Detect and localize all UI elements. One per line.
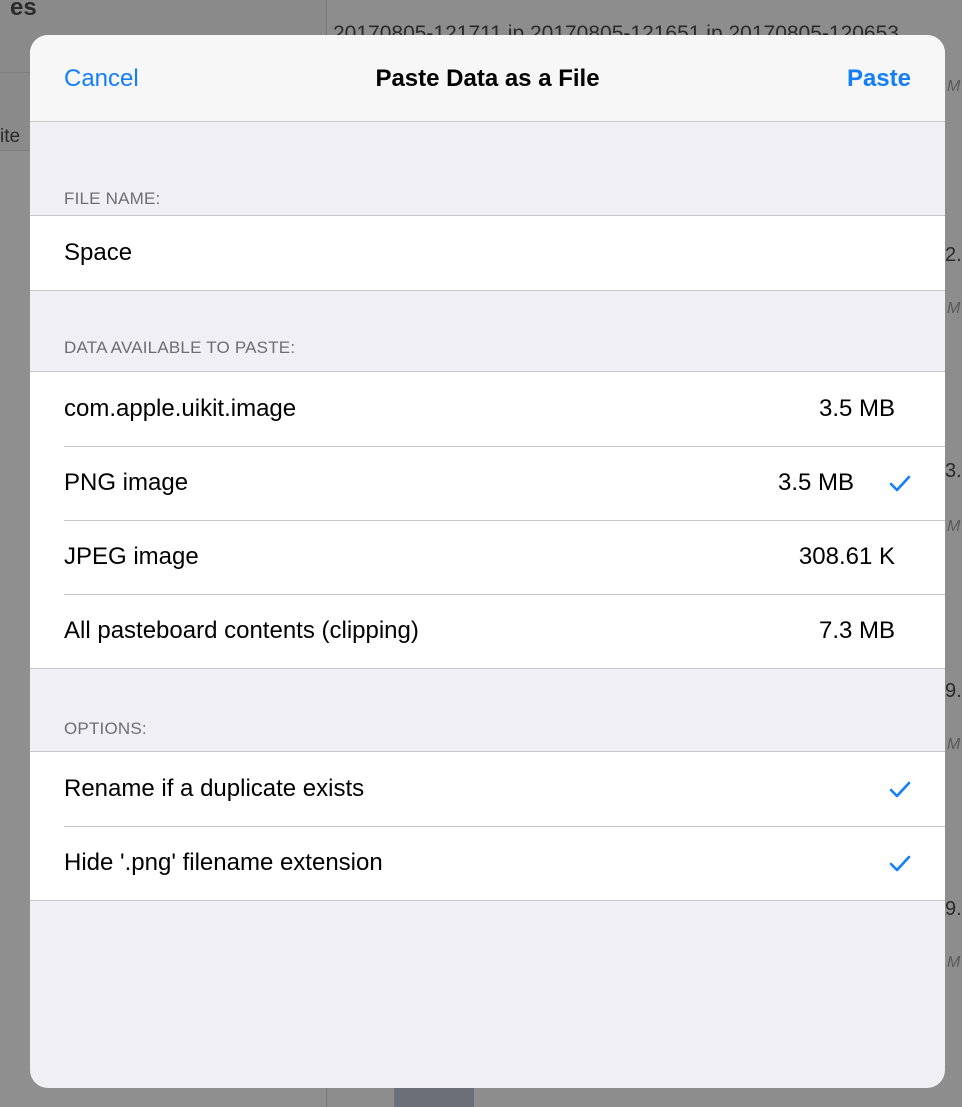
background-edge-text: M bbox=[947, 518, 961, 535]
background-edge-text: M bbox=[947, 300, 961, 317]
options-section-header: OPTIONS: bbox=[64, 719, 147, 738]
file-name-value[interactable]: Space bbox=[64, 239, 132, 267]
background-button-fragment: ite bbox=[0, 126, 21, 147]
data-size-label: 7.3 MB bbox=[818, 617, 895, 644]
option-rename-duplicate[interactable]: Rename if a duplicate exists bbox=[30, 752, 945, 826]
file-name-section-header: FILE NAME: bbox=[64, 189, 161, 208]
data-type-label: JPEG image bbox=[64, 543, 199, 570]
option-label: Hide '.png' filename extension bbox=[64, 849, 383, 876]
file-name-group: Space bbox=[30, 215, 945, 291]
navigation-bar: Cancel Paste Data as a File Paste bbox=[30, 35, 945, 122]
data-type-row-jpeg-image[interactable]: JPEG image 308.61 K bbox=[30, 520, 945, 594]
data-size-label: 308.61 K bbox=[798, 543, 895, 570]
data-type-label: com.apple.uikit.image bbox=[64, 395, 297, 422]
data-available-section-header: DATA AVAILABLE TO PASTE: bbox=[64, 338, 296, 357]
sheet-title: Paste Data as a File bbox=[375, 65, 600, 92]
data-type-row-png-image[interactable]: PNG image 3.5 MB bbox=[30, 446, 945, 520]
background-title-fragment: es bbox=[10, 0, 37, 21]
options-list: Rename if a duplicate exists Hide '.png'… bbox=[30, 751, 945, 901]
option-hide-extension[interactable]: Hide '.png' filename extension bbox=[30, 826, 945, 900]
background-thumbnail bbox=[394, 1088, 474, 1107]
data-type-label: PNG image bbox=[64, 469, 189, 496]
data-type-row-uikit-image[interactable]: com.apple.uikit.image 3.5 MB bbox=[30, 372, 945, 446]
background-edge-text: 9. bbox=[945, 680, 962, 702]
background-edge-text: 9. bbox=[945, 898, 962, 920]
background-edge-text: M bbox=[947, 954, 961, 971]
background-edge-text: M bbox=[947, 736, 961, 753]
paste-data-sheet: Cancel Paste Data as a File Paste FILE N… bbox=[30, 35, 945, 1088]
data-type-row-all-contents[interactable]: All pasteboard contents (clipping) 7.3 M… bbox=[30, 594, 945, 668]
background-edge-text: 2. bbox=[945, 244, 962, 266]
data-available-list: com.apple.uikit.image 3.5 MB PNG image 3… bbox=[30, 371, 945, 669]
file-name-field[interactable]: Space bbox=[30, 216, 945, 290]
background-edge-text: 3. bbox=[945, 460, 962, 482]
checkmark-icon bbox=[889, 855, 911, 872]
checkmark-icon bbox=[889, 781, 911, 798]
checkmark-icon bbox=[889, 475, 911, 492]
option-label: Rename if a duplicate exists bbox=[64, 775, 365, 802]
data-type-label: All pasteboard contents (clipping) bbox=[64, 617, 419, 644]
data-size-label: 3.5 MB bbox=[777, 469, 854, 496]
background-edge-text: M bbox=[947, 78, 961, 95]
data-size-label: 3.5 MB bbox=[818, 395, 895, 422]
paste-button[interactable]: Paste bbox=[847, 65, 911, 93]
